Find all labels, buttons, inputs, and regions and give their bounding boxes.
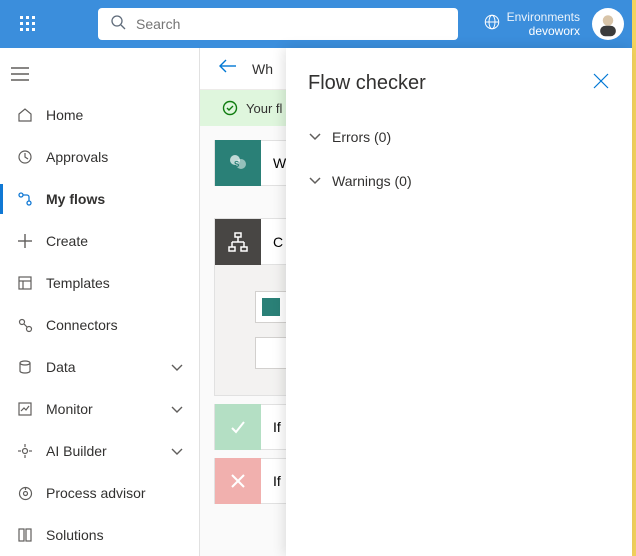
sidebar-item-my-flows[interactable]: My flows (0, 178, 199, 220)
search-icon (110, 14, 126, 35)
chevron-down-icon (308, 129, 322, 145)
search-box[interactable] (98, 8, 458, 40)
success-text: Your fl (246, 101, 282, 116)
chevron-down-icon (308, 173, 322, 189)
sidebar-item-label: Process advisor (46, 485, 146, 501)
app-launcher-icon[interactable] (8, 4, 48, 44)
flows-icon (14, 191, 36, 207)
connectors-icon (14, 318, 36, 333)
sidebar-item-ai-builder[interactable]: AI Builder (0, 430, 199, 472)
branch-no-label: If (273, 473, 281, 489)
sidebar-item-label: Connectors (46, 317, 118, 333)
chevron-down-icon (171, 359, 183, 375)
sidebar-item-approvals[interactable]: Approvals (0, 136, 199, 178)
sidebar-item-label: AI Builder (46, 443, 107, 459)
process-icon (14, 486, 36, 501)
plus-icon (14, 234, 36, 248)
sidebar-item-connectors[interactable]: Connectors (0, 304, 199, 346)
warnings-label: Warnings (0) (332, 173, 412, 189)
sidebar-item-templates[interactable]: Templates (0, 262, 199, 304)
chevron-down-icon (171, 401, 183, 417)
solutions-icon (14, 528, 36, 542)
panel-title: Flow checker (308, 72, 426, 95)
branch-yes-label: If (273, 419, 281, 435)
home-icon (14, 107, 36, 123)
search-input[interactable] (136, 16, 446, 32)
condition-label: C (273, 234, 283, 250)
hamburger-icon[interactable] (0, 54, 40, 94)
sidebar-item-label: Create (46, 233, 88, 249)
sharepoint-icon: S (215, 140, 261, 186)
monitor-icon (14, 402, 36, 416)
check-circle-icon (222, 100, 238, 116)
sidebar-item-label: Data (46, 359, 76, 375)
errors-section[interactable]: Errors (0) (308, 115, 610, 159)
sidebar-item-monitor[interactable]: Monitor (0, 388, 199, 430)
sidebar-item-process-advisor[interactable]: Process advisor (0, 472, 199, 514)
back-arrow-icon[interactable] (218, 58, 238, 79)
templates-icon (14, 276, 36, 290)
errors-label: Errors (0) (332, 129, 391, 145)
svg-text:S: S (234, 160, 240, 169)
sidebar-item-label: My flows (46, 191, 105, 207)
top-bar: Environments devoworx (0, 0, 632, 48)
chevron-down-icon (171, 443, 183, 459)
condition-icon (215, 219, 261, 265)
sidebar-item-label: Templates (46, 275, 110, 291)
ai-icon (14, 444, 36, 458)
sidebar-item-home[interactable]: Home (0, 94, 199, 136)
sidebar-item-label: Approvals (46, 149, 108, 165)
sidebar: Home Approvals My flows Create Templates (0, 48, 200, 556)
sidebar-item-create[interactable]: Create (0, 220, 199, 262)
sidebar-item-label: Monitor (46, 401, 93, 417)
flow-checker-panel: Flow checker Errors (0) Warnings (0) (286, 48, 632, 556)
sidebar-item-solutions[interactable]: Solutions (0, 514, 199, 556)
environment-name: devoworx (507, 24, 580, 38)
avatar[interactable] (592, 8, 624, 40)
globe-icon (483, 13, 501, 36)
trigger-label: W (273, 155, 286, 171)
warnings-section[interactable]: Warnings (0) (308, 159, 610, 203)
data-icon (14, 360, 36, 374)
environment-label: Environments (507, 10, 580, 24)
check-icon (215, 404, 261, 450)
environment-picker[interactable]: Environments devoworx (483, 8, 624, 40)
flow-title: Wh (252, 61, 273, 77)
sidebar-item-data[interactable]: Data (0, 346, 199, 388)
close-icon[interactable] (592, 72, 610, 95)
sidebar-item-label: Solutions (46, 527, 104, 543)
sidebar-item-label: Home (46, 107, 83, 123)
approvals-icon (14, 149, 36, 165)
x-icon (215, 458, 261, 504)
